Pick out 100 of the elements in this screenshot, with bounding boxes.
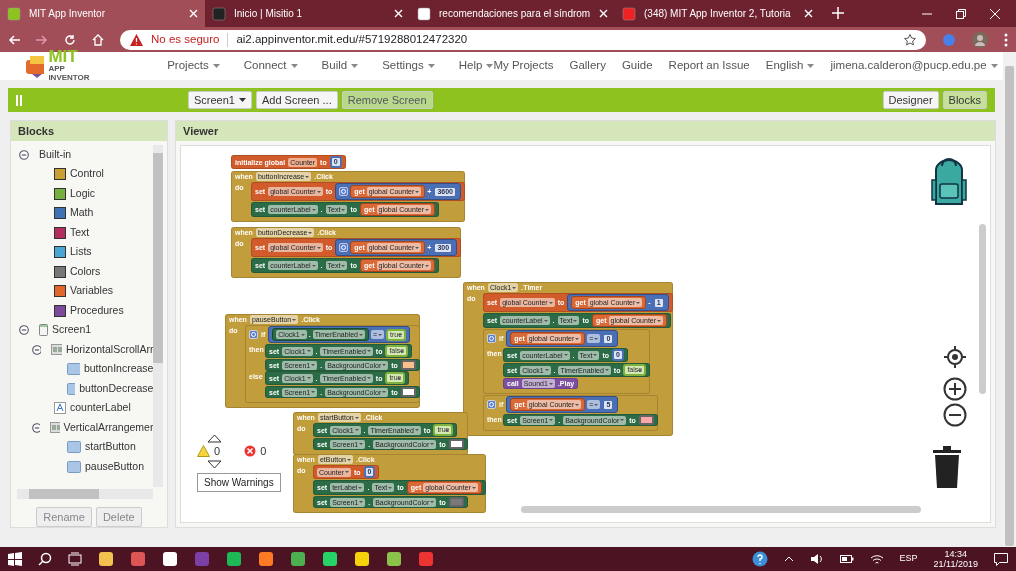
battery-icon[interactable] [839, 554, 854, 564]
gear-icon[interactable] [487, 334, 496, 343]
tree-item[interactable]: Colors [32, 262, 154, 282]
collapse-icon[interactable] [32, 344, 41, 355]
up-arrow-icon[interactable] [207, 434, 222, 443]
clock-time: 14:34 [944, 549, 968, 559]
toolbar-button[interactable]: Add Screen ... [256, 91, 338, 109]
scrollbar[interactable] [979, 224, 986, 394]
event-block[interactable] [225, 314, 420, 408]
button-icon [67, 441, 81, 454]
caret-icon [239, 98, 246, 102]
warning-icon [197, 445, 210, 458]
scrollbar[interactable] [153, 145, 163, 487]
gear-icon[interactable] [487, 400, 496, 409]
warning-count: 0 [214, 444, 221, 459]
tree-item[interactable]: Lists [32, 242, 154, 262]
tree-item[interactable]: counterLabel [32, 398, 154, 418]
menu-item[interactable]: Build [321, 57, 359, 75]
color-block[interactable] [400, 360, 416, 370]
tree-item[interactable]: Built-in [19, 145, 154, 165]
scrollbar[interactable] [521, 506, 921, 513]
tab-title: MIT App Inventor [29, 7, 106, 21]
windows-start-icon[interactable] [8, 552, 22, 566]
view-toggle-button[interactable]: Blocks [942, 91, 987, 109]
error-icon [244, 445, 257, 458]
tree-item[interactable]: Logic [32, 184, 154, 204]
color-block[interactable] [400, 387, 416, 397]
gear-icon[interactable] [339, 187, 349, 196]
security-label: No es seguro [151, 31, 220, 47]
logo-drawing [24, 54, 45, 78]
tree-item[interactable]: Control [32, 164, 154, 184]
star-icon[interactable] [904, 33, 916, 46]
tree-item[interactable]: startButton [45, 437, 154, 457]
gear-icon[interactable] [339, 243, 349, 252]
gear-icon[interactable] [249, 330, 258, 339]
color-block[interactable] [448, 439, 464, 449]
trash-icon[interactable] [932, 446, 962, 488]
browser-tab[interactable]: MIT App Inventor [0, 0, 205, 27]
menu-item[interactable]: Report an Issue [668, 57, 750, 75]
collapse-icon[interactable] [19, 149, 29, 160]
close-icon[interactable] [394, 9, 403, 18]
logo-subtitle: APP INVENTOR [48, 64, 91, 82]
tree-item[interactable]: VerticalArrangemer [32, 418, 154, 438]
menu-item[interactable]: Guide [621, 57, 653, 75]
tree-item[interactable]: buttonIncrease [45, 359, 154, 379]
task-view-icon[interactable] [68, 552, 82, 566]
chevron-icon[interactable] [783, 556, 794, 562]
locate-icon[interactable] [944, 346, 966, 368]
tree-item[interactable]: Math [32, 203, 154, 223]
search-icon[interactable] [38, 552, 52, 566]
collapse-icon[interactable] [32, 422, 40, 433]
menu-item[interactable]: Connect [243, 57, 298, 75]
language-indicator[interactable]: ESP [899, 552, 918, 566]
down-arrow-icon[interactable] [207, 459, 222, 469]
screen-icon [39, 324, 48, 337]
speaker-icon[interactable] [809, 553, 824, 565]
button-icon [67, 363, 80, 376]
close-icon[interactable] [804, 9, 813, 18]
scrollbar[interactable] [17, 488, 153, 499]
menu-item[interactable]: jimena.calderon@pucp.edu.pe [830, 57, 998, 75]
reload-icon[interactable] [64, 33, 76, 46]
event-block[interactable] [463, 282, 673, 436]
home-icon[interactable] [92, 33, 104, 46]
color-block[interactable] [638, 415, 654, 425]
tree-item[interactable]: Variables [32, 281, 154, 301]
tab-title: Inicio | Misitio 1 [234, 7, 304, 21]
tree-item[interactable]: Text [32, 223, 154, 243]
menu-item[interactable]: Settings [382, 57, 435, 75]
tree-item[interactable]: Procedures [32, 301, 154, 321]
tab-title: recomendaciones para el síndrom [439, 7, 591, 21]
back-icon[interactable] [8, 34, 20, 45]
view-toggle-button[interactable]: Designer [882, 91, 939, 109]
collapse-icon[interactable] [19, 325, 29, 336]
restore-icon[interactable] [956, 9, 966, 19]
color-block[interactable] [448, 497, 464, 507]
menu-item[interactable]: Gallery [569, 57, 606, 75]
help-icon[interactable] [751, 551, 768, 567]
menu-item[interactable]: My Projects [493, 57, 554, 75]
avatar-icon[interactable] [972, 31, 988, 48]
favicon-icon [622, 6, 636, 21]
menu-item[interactable]: English [765, 57, 815, 75]
screen-dropdown[interactable]: Screen1 [188, 91, 252, 109]
new-tab-icon[interactable] [832, 7, 844, 19]
tree-item[interactable]: pauseButton [45, 457, 154, 475]
close-icon[interactable] [189, 9, 198, 18]
menu-icon[interactable] [1004, 32, 1008, 47]
tree-item[interactable]: HorizontalScrollArr [32, 340, 154, 360]
tree-item[interactable]: Screen1 [19, 320, 154, 340]
menu-item[interactable]: Projects [167, 57, 220, 75]
address-bar[interactable]: No es seguro ai2.appinventor.mit.edu/#5719288012472320 [120, 29, 926, 50]
zoom-in-icon[interactable] [943, 377, 967, 401]
show-warnings-button[interactable]: Show Warnings [197, 472, 281, 492]
wifi-icon[interactable] [869, 553, 884, 565]
tree-item[interactable]: buttonDecrease [45, 379, 154, 399]
logo-title: MIT [48, 50, 79, 64]
notification-icon[interactable] [994, 552, 1008, 566]
close-icon[interactable] [599, 9, 608, 18]
close-icon[interactable] [990, 9, 1000, 19]
menu-item[interactable]: Help [458, 57, 494, 75]
zoom-out-icon[interactable] [943, 403, 967, 427]
